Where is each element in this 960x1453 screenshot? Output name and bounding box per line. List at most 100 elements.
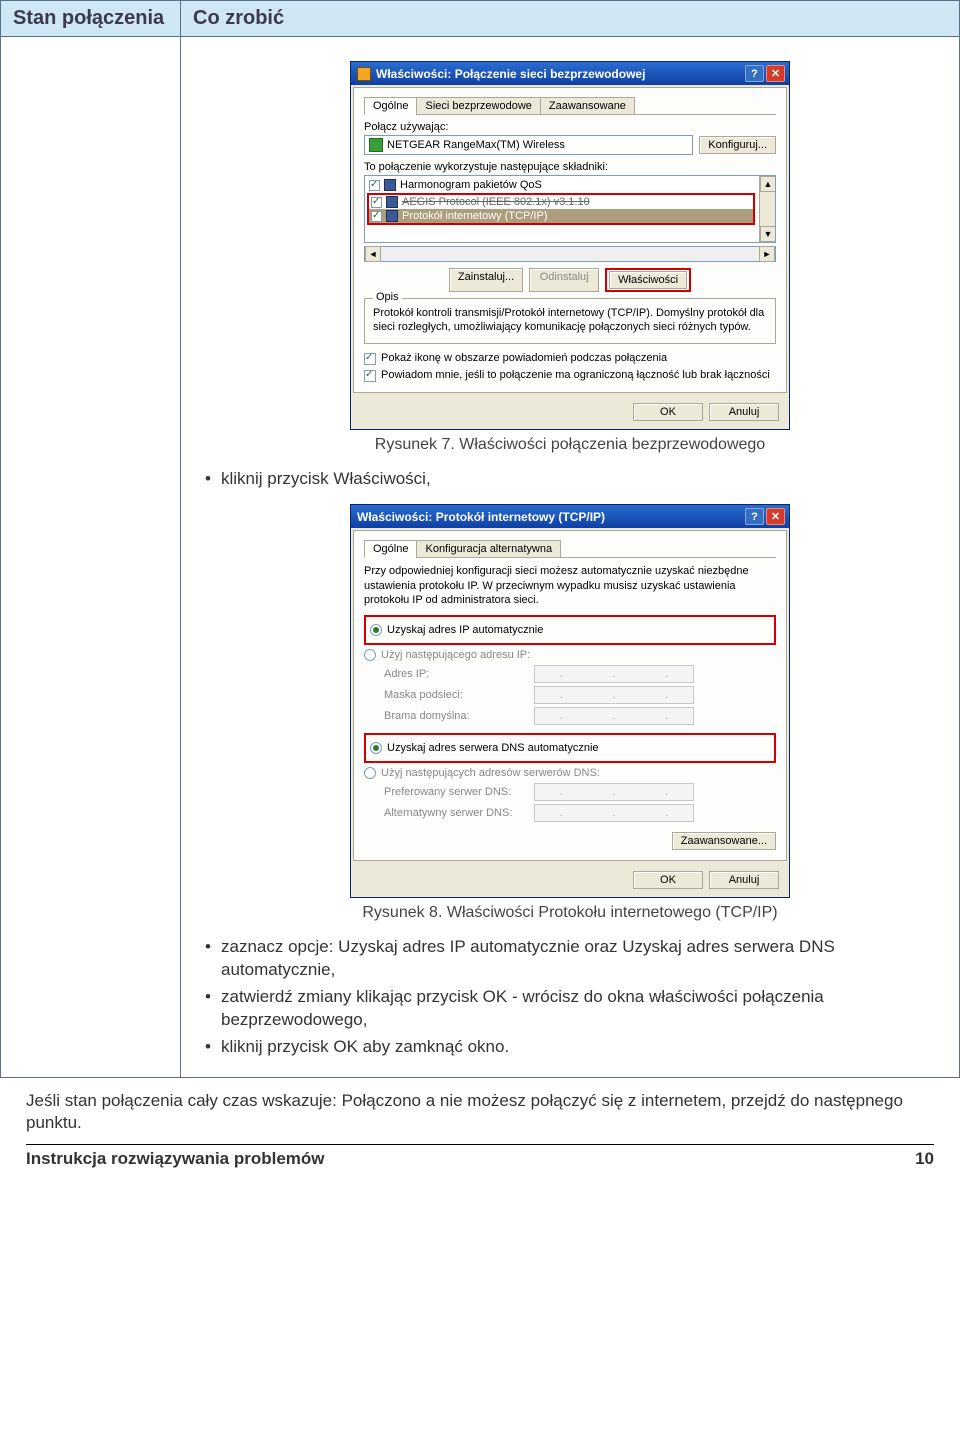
checkbox-show-icon[interactable] [364, 353, 376, 365]
help-button[interactable]: ? [745, 65, 764, 82]
highlight-box-tcpip-list: AEGIS Protocol (IEEE 802.1x) v3.1.10 Pro… [367, 193, 755, 225]
tab-general[interactable]: Ogólne [364, 540, 417, 558]
scroll-down-icon[interactable]: ▼ [760, 226, 776, 242]
radio-label: Użyj następujących adresów serwerów DNS: [381, 767, 600, 779]
dialog-footer: OK Anuluj [351, 395, 789, 429]
notify-limited-label: Powiadom mnie, jeśli to połączenie ma og… [381, 369, 770, 381]
components-listbox[interactable]: ▲ ▼ Harmonogram pakietów QoS [364, 175, 776, 243]
instruction-text: kliknij przycisk OK aby zamknąć okno. [221, 1037, 509, 1056]
close-button[interactable]: ✕ [766, 65, 785, 82]
tab-strip: Ogólne Sieci bezprzewodowe Zaawansowane [364, 96, 776, 115]
instruction-confirm-ok: zatwierdź zmiany klikając przycisk OK - … [221, 986, 953, 1032]
tab-advanced[interactable]: Zaawansowane [540, 97, 635, 115]
tab-wireless-networks[interactable]: Sieci bezprzewodowe [416, 97, 540, 115]
mask-label: Maska podsieci: [384, 689, 534, 701]
connect-using-label: Połącz używając: [364, 121, 776, 133]
properties-button[interactable]: Właściwości [609, 271, 687, 289]
th-action: Co zrobić [181, 1, 959, 36]
checkbox-icon[interactable] [371, 211, 382, 222]
device-field: NETGEAR RangeMax(TM) Wireless [364, 135, 693, 155]
row-alt-dns: Alternatywny serwer DNS: ... [384, 804, 776, 822]
td-status-empty [1, 37, 181, 1077]
title-text: Właściwości: Protokół internetowy (TCP/I… [357, 510, 605, 524]
cancel-button[interactable]: Anuluj [709, 871, 779, 889]
radio-icon[interactable] [364, 649, 376, 661]
advanced-button[interactable]: Zaawansowane... [672, 832, 776, 850]
highlight-box-auto-ip: Uzyskaj adres IP automatycznie [364, 615, 776, 645]
td-content: Właściwości: Połączenie sieci bezprzewod… [181, 37, 959, 1077]
main-table: Stan połączenia Co zrobić Właściwości: P… [0, 0, 960, 1078]
instruction-select-options: zaznacz opcje: Uzyskaj adres IP automaty… [221, 936, 953, 982]
adapter-icon [369, 138, 383, 152]
cancel-button[interactable]: Anuluj [709, 403, 779, 421]
footer-title: Instrukcja rozwiązywania problemów [26, 1149, 325, 1169]
titlebar: Właściwości: Protokół internetowy (TCP/I… [351, 505, 789, 528]
device-name: NETGEAR RangeMax(TM) Wireless [387, 139, 565, 151]
help-button[interactable]: ? [745, 508, 764, 525]
scroll-up-icon[interactable]: ▲ [760, 176, 776, 192]
mask-field: ... [534, 686, 694, 704]
description-group: Opis Protokół kontroli transmisji/Protok… [364, 298, 776, 344]
instruction-list-1: kliknij przycisk Właściwości, [187, 468, 953, 491]
figure-7-caption: Rysunek 7. Właściwości połączenia bezprz… [187, 436, 953, 454]
protocol-icon [386, 196, 398, 208]
list-item-qos[interactable]: Harmonogram pakietów QoS [367, 178, 773, 192]
scroll-left-icon[interactable]: ◄ [365, 246, 381, 262]
radio-label: Uzyskaj adres serwera DNS automatycznie [387, 742, 599, 754]
radio-icon[interactable] [370, 742, 382, 754]
pref-dns-label: Preferowany serwer DNS: [384, 786, 534, 798]
radio-label: Użyj następującego adresu IP: [381, 649, 530, 661]
row-pref-dns: Preferowany serwer DNS: ... [384, 783, 776, 801]
checkbox-icon[interactable] [371, 197, 382, 208]
install-button[interactable]: Zainstaluj... [449, 268, 523, 292]
instruction-text: zaznacz opcje: Uzyskaj adres IP automaty… [221, 937, 835, 979]
show-icon-label: Pokaż ikonę w obszarze powiadomień podcz… [381, 352, 667, 364]
tab-alt-config[interactable]: Konfiguracja alternatywna [416, 540, 561, 558]
close-button[interactable]: ✕ [766, 508, 785, 525]
checkbox-icon[interactable] [369, 180, 380, 191]
network-icon [357, 67, 371, 81]
dialog-footer: OK Anuluj [351, 863, 789, 897]
scrollbar-vertical[interactable]: ▲ ▼ [759, 176, 775, 242]
radio-auto-ip[interactable]: Uzyskaj adres IP automatycznie [370, 624, 770, 636]
radio-auto-dns[interactable]: Uzyskaj adres serwera DNS automatycznie [370, 742, 770, 754]
list-item-aegis[interactable]: AEGIS Protocol (IEEE 802.1x) v3.1.10 [369, 195, 753, 209]
instruction-list-2: zaznacz opcje: Uzyskaj adres IP automaty… [187, 936, 953, 1059]
tab-strip: Ogólne Konfiguracja alternatywna [364, 539, 776, 558]
radio-icon[interactable] [364, 767, 376, 779]
alt-dns-field: ... [534, 804, 694, 822]
ok-button[interactable]: OK [633, 871, 703, 889]
intro-text: Przy odpowiedniej konfiguracji sieci moż… [364, 564, 776, 607]
component-buttons: Zainstaluj... Odinstaluj Właściwości [364, 268, 776, 292]
row-ip-address: Adres IP: ... [384, 665, 776, 683]
protocol-icon [386, 210, 398, 222]
list-item-tcpip[interactable]: Protokół internetowy (TCP/IP) [369, 209, 753, 223]
dialog-body: Ogólne Konfiguracja alternatywna Przy od… [353, 530, 787, 861]
service-icon [384, 179, 396, 191]
table-row: Właściwości: Połączenie sieci bezprzewod… [1, 37, 959, 1077]
scrollbar-horizontal[interactable]: ◄ ► [364, 246, 776, 262]
radio-icon[interactable] [370, 624, 382, 636]
radio-use-dns[interactable]: Użyj następujących adresów serwerów DNS: [364, 767, 776, 779]
ok-button[interactable]: OK [633, 403, 703, 421]
bottom-note: Jeśli stan połączenia cały czas wskazuje… [0, 1078, 960, 1140]
highlight-box-properties-btn: Właściwości [605, 268, 691, 292]
checkbox-notify-limited[interactable] [364, 370, 376, 382]
page-footer: Instrukcja rozwiązywania problemów 10 [0, 1145, 960, 1181]
radio-label: Uzyskaj adres IP automatycznie [387, 624, 543, 636]
configure-button[interactable]: Konfiguruj... [699, 136, 776, 154]
tab-general[interactable]: Ogólne [364, 97, 417, 115]
dialog-tcpip-props: Właściwości: Protokół internetowy (TCP/I… [350, 504, 790, 898]
instruction-text: zatwierdź zmiany klikając przycisk OK - … [221, 987, 824, 1029]
gateway-field: ... [534, 707, 694, 725]
instruction-close-ok: kliknij przycisk OK aby zamknąć okno. [221, 1036, 953, 1059]
highlight-box-auto-dns: Uzyskaj adres serwera DNS automatycznie [364, 733, 776, 763]
dialog-body: Ogólne Sieci bezprzewodowe Zaawansowane … [353, 87, 787, 393]
table-header-row: Stan połączenia Co zrobić [1, 1, 959, 37]
radio-use-ip[interactable]: Użyj następującego adresu IP: [364, 649, 776, 661]
item-label: AEGIS Protocol (IEEE 802.1x) v3.1.10 [402, 196, 590, 208]
description-text: Protokół kontroli transmisji/Protokół in… [373, 307, 767, 335]
scroll-right-icon[interactable]: ► [759, 246, 775, 262]
instruction-text: kliknij przycisk Właściwości, [221, 469, 431, 488]
row-gateway: Brama domyślna: ... [384, 707, 776, 725]
